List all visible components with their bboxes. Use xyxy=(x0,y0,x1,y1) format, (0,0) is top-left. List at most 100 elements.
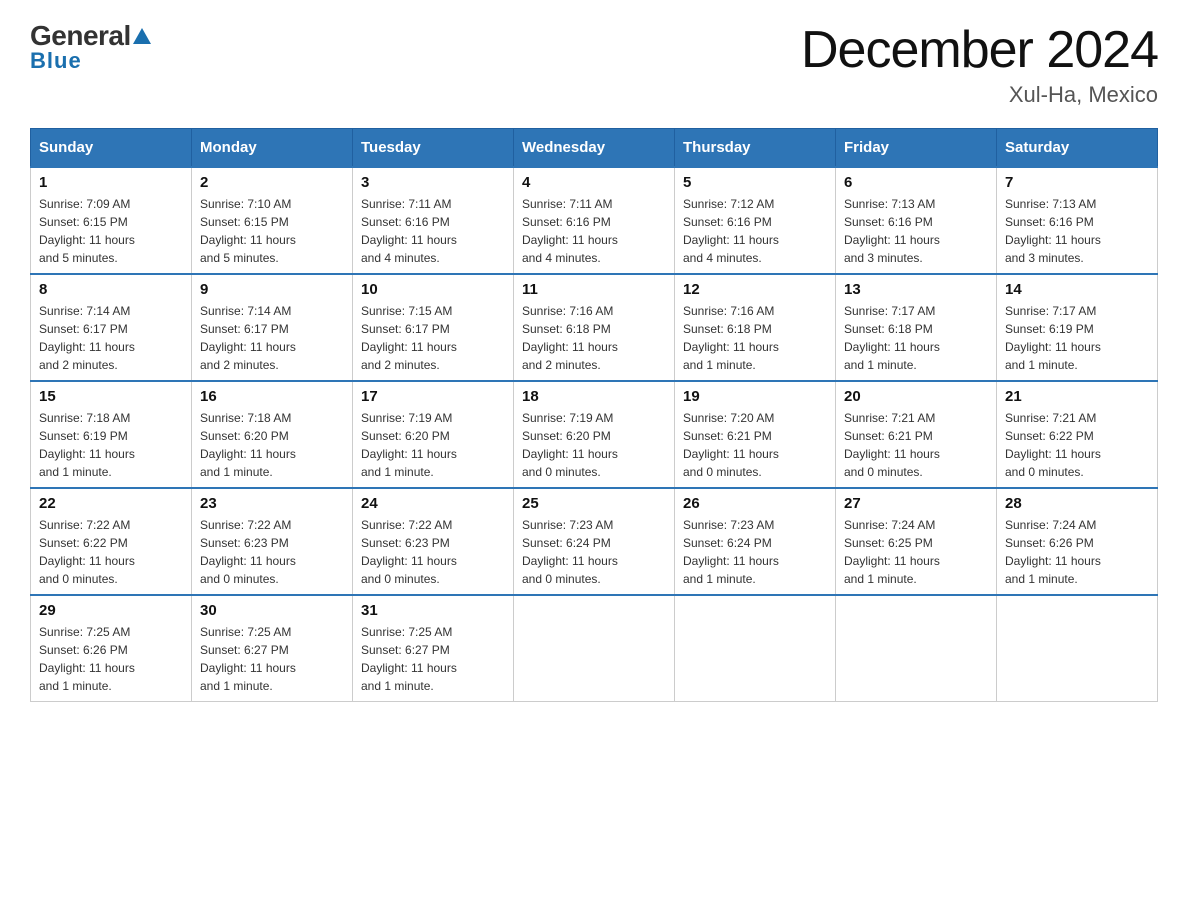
day-info: Sunrise: 7:15 AMSunset: 6:17 PMDaylight:… xyxy=(361,302,505,374)
calendar-cell: 8 Sunrise: 7:14 AMSunset: 6:17 PMDaylight… xyxy=(31,274,192,381)
day-info: Sunrise: 7:22 AMSunset: 6:23 PMDaylight:… xyxy=(200,516,344,588)
day-number: 26 xyxy=(683,495,827,512)
calendar-cell: 9 Sunrise: 7:14 AMSunset: 6:17 PMDaylight… xyxy=(192,274,353,381)
day-number: 9 xyxy=(200,281,344,298)
calendar-cell: 30Sunrise: 7:25 AMSunset: 6:27 PMDayligh… xyxy=(192,595,353,702)
calendar-cell: 26 Sunrise: 7:23 AMSunset: 6:24 PMDayligh… xyxy=(675,488,836,595)
day-number: 11 xyxy=(522,281,666,298)
calendar-cell: 11Sunrise: 7:16 AMSunset: 6:18 PMDayligh… xyxy=(514,274,675,381)
day-info: Sunrise: 7:17 AMSunset: 6:19 PMDaylight:… xyxy=(1005,302,1149,374)
day-number: 19 xyxy=(683,388,827,405)
day-number: 21 xyxy=(1005,388,1149,405)
calendar-cell: 25Sunrise: 7:23 AMSunset: 6:24 PMDayligh… xyxy=(514,488,675,595)
day-info: Sunrise: 7:14 AMSunset: 6:17 PMDaylight:… xyxy=(200,302,344,374)
calendar-cell: 6Sunrise: 7:13 AMSunset: 6:16 PMDaylight… xyxy=(836,167,997,274)
day-of-week-header: Wednesday xyxy=(514,129,675,168)
day-number: 23 xyxy=(200,495,344,512)
day-number: 29 xyxy=(39,602,183,619)
calendar-cell: 19 Sunrise: 7:20 AMSunset: 6:21 PMDayligh… xyxy=(675,381,836,488)
calendar-cell xyxy=(997,595,1158,702)
calendar-cell: 16 Sunrise: 7:18 AMSunset: 6:20 PMDayligh… xyxy=(192,381,353,488)
day-number: 10 xyxy=(361,281,505,298)
day-info: Sunrise: 7:14 AMSunset: 6:17 PMDaylight:… xyxy=(39,302,183,374)
calendar-cell: 31 Sunrise: 7:25 AMSunset: 6:27 PMDayligh… xyxy=(353,595,514,702)
day-number: 14 xyxy=(1005,281,1149,298)
day-number: 4 xyxy=(522,174,666,191)
day-info: Sunrise: 7:25 AMSunset: 6:27 PMDaylight:… xyxy=(361,623,505,695)
calendar-cell: 21 Sunrise: 7:21 AMSunset: 6:22 PMDayligh… xyxy=(997,381,1158,488)
day-info: Sunrise: 7:11 AMSunset: 6:16 PMDaylight:… xyxy=(522,195,666,267)
day-info: Sunrise: 7:13 AMSunset: 6:16 PMDaylight:… xyxy=(1005,195,1149,267)
calendar-week-row: 1 Sunrise: 7:09 AMSunset: 6:15 PMDaylight… xyxy=(31,167,1158,274)
calendar-table: SundayMondayTuesdayWednesdayThursdayFrid… xyxy=(30,128,1158,702)
day-number: 16 xyxy=(200,388,344,405)
day-info: Sunrise: 7:21 AMSunset: 6:22 PMDaylight:… xyxy=(1005,409,1149,481)
calendar-cell: 27 Sunrise: 7:24 AMSunset: 6:25 PMDayligh… xyxy=(836,488,997,595)
calendar-cell: 7Sunrise: 7:13 AMSunset: 6:16 PMDaylight… xyxy=(997,167,1158,274)
day-number: 8 xyxy=(39,281,183,298)
calendar-cell: 18Sunrise: 7:19 AMSunset: 6:20 PMDayligh… xyxy=(514,381,675,488)
calendar-cell: 14 Sunrise: 7:17 AMSunset: 6:19 PMDayligh… xyxy=(997,274,1158,381)
day-number: 28 xyxy=(1005,495,1149,512)
calendar-cell: 1 Sunrise: 7:09 AMSunset: 6:15 PMDaylight… xyxy=(31,167,192,274)
day-number: 3 xyxy=(361,174,505,191)
calendar-cell: 24Sunrise: 7:22 AMSunset: 6:23 PMDayligh… xyxy=(353,488,514,595)
day-info: Sunrise: 7:20 AMSunset: 6:21 PMDaylight:… xyxy=(683,409,827,481)
day-number: 1 xyxy=(39,174,183,191)
calendar-cell: 3 Sunrise: 7:11 AMSunset: 6:16 PMDaylight… xyxy=(353,167,514,274)
day-info: Sunrise: 7:19 AMSunset: 6:20 PMDaylight:… xyxy=(361,409,505,481)
day-of-week-header: Thursday xyxy=(675,129,836,168)
day-number: 12 xyxy=(683,281,827,298)
subtitle: Xul-Ha, Mexico xyxy=(801,82,1158,108)
day-info: Sunrise: 7:22 AMSunset: 6:22 PMDaylight:… xyxy=(39,516,183,588)
calendar-cell: 13Sunrise: 7:17 AMSunset: 6:18 PMDayligh… xyxy=(836,274,997,381)
day-info: Sunrise: 7:16 AMSunset: 6:18 PMDaylight:… xyxy=(683,302,827,374)
logo: General Blue xyxy=(30,20,151,74)
day-info: Sunrise: 7:11 AMSunset: 6:16 PMDaylight:… xyxy=(361,195,505,267)
day-number: 27 xyxy=(844,495,988,512)
day-info: Sunrise: 7:19 AMSunset: 6:20 PMDaylight:… xyxy=(522,409,666,481)
day-of-week-header: Tuesday xyxy=(353,129,514,168)
calendar-cell: 28 Sunrise: 7:24 AMSunset: 6:26 PMDayligh… xyxy=(997,488,1158,595)
calendar-cell: 15Sunrise: 7:18 AMSunset: 6:19 PMDayligh… xyxy=(31,381,192,488)
calendar-cell: 20Sunrise: 7:21 AMSunset: 6:21 PMDayligh… xyxy=(836,381,997,488)
calendar-week-row: 22Sunrise: 7:22 AMSunset: 6:22 PMDayligh… xyxy=(31,488,1158,595)
day-number: 5 xyxy=(683,174,827,191)
day-of-week-header: Monday xyxy=(192,129,353,168)
calendar-cell: 17 Sunrise: 7:19 AMSunset: 6:20 PMDayligh… xyxy=(353,381,514,488)
day-info: Sunrise: 7:09 AMSunset: 6:15 PMDaylight:… xyxy=(39,195,183,267)
calendar-week-row: 8 Sunrise: 7:14 AMSunset: 6:17 PMDaylight… xyxy=(31,274,1158,381)
main-title: December 2024 xyxy=(801,20,1158,80)
calendar-header: SundayMondayTuesdayWednesdayThursdayFrid… xyxy=(31,129,1158,168)
day-info: Sunrise: 7:10 AMSunset: 6:15 PMDaylight:… xyxy=(200,195,344,267)
calendar-cell: 5 Sunrise: 7:12 AMSunset: 6:16 PMDaylight… xyxy=(675,167,836,274)
calendar-cell xyxy=(675,595,836,702)
calendar-week-row: 15Sunrise: 7:18 AMSunset: 6:19 PMDayligh… xyxy=(31,381,1158,488)
day-number: 17 xyxy=(361,388,505,405)
day-info: Sunrise: 7:18 AMSunset: 6:20 PMDaylight:… xyxy=(200,409,344,481)
day-info: Sunrise: 7:18 AMSunset: 6:19 PMDaylight:… xyxy=(39,409,183,481)
day-info: Sunrise: 7:13 AMSunset: 6:16 PMDaylight:… xyxy=(844,195,988,267)
calendar-cell: 12 Sunrise: 7:16 AMSunset: 6:18 PMDayligh… xyxy=(675,274,836,381)
day-number: 20 xyxy=(844,388,988,405)
calendar-cell: 29 Sunrise: 7:25 AMSunset: 6:26 PMDayligh… xyxy=(31,595,192,702)
title-block: December 2024 Xul-Ha, Mexico xyxy=(801,20,1158,108)
day-info: Sunrise: 7:24 AMSunset: 6:26 PMDaylight:… xyxy=(1005,516,1149,588)
days-of-week-row: SundayMondayTuesdayWednesdayThursdayFrid… xyxy=(31,129,1158,168)
calendar-body: 1 Sunrise: 7:09 AMSunset: 6:15 PMDaylight… xyxy=(31,167,1158,702)
logo-blue-text: Blue xyxy=(30,48,82,74)
day-info: Sunrise: 7:24 AMSunset: 6:25 PMDaylight:… xyxy=(844,516,988,588)
calendar-cell: 10 Sunrise: 7:15 AMSunset: 6:17 PMDayligh… xyxy=(353,274,514,381)
day-of-week-header: Saturday xyxy=(997,129,1158,168)
calendar-cell: 23 Sunrise: 7:22 AMSunset: 6:23 PMDayligh… xyxy=(192,488,353,595)
calendar-cell xyxy=(514,595,675,702)
day-number: 2 xyxy=(200,174,344,191)
day-number: 31 xyxy=(361,602,505,619)
calendar-cell: 4 Sunrise: 7:11 AMSunset: 6:16 PMDaylight… xyxy=(514,167,675,274)
day-info: Sunrise: 7:25 AMSunset: 6:26 PMDaylight:… xyxy=(39,623,183,695)
day-info: Sunrise: 7:23 AMSunset: 6:24 PMDaylight:… xyxy=(683,516,827,588)
day-number: 30 xyxy=(200,602,344,619)
calendar-cell: 2 Sunrise: 7:10 AMSunset: 6:15 PMDaylight… xyxy=(192,167,353,274)
day-number: 24 xyxy=(361,495,505,512)
day-info: Sunrise: 7:12 AMSunset: 6:16 PMDaylight:… xyxy=(683,195,827,267)
